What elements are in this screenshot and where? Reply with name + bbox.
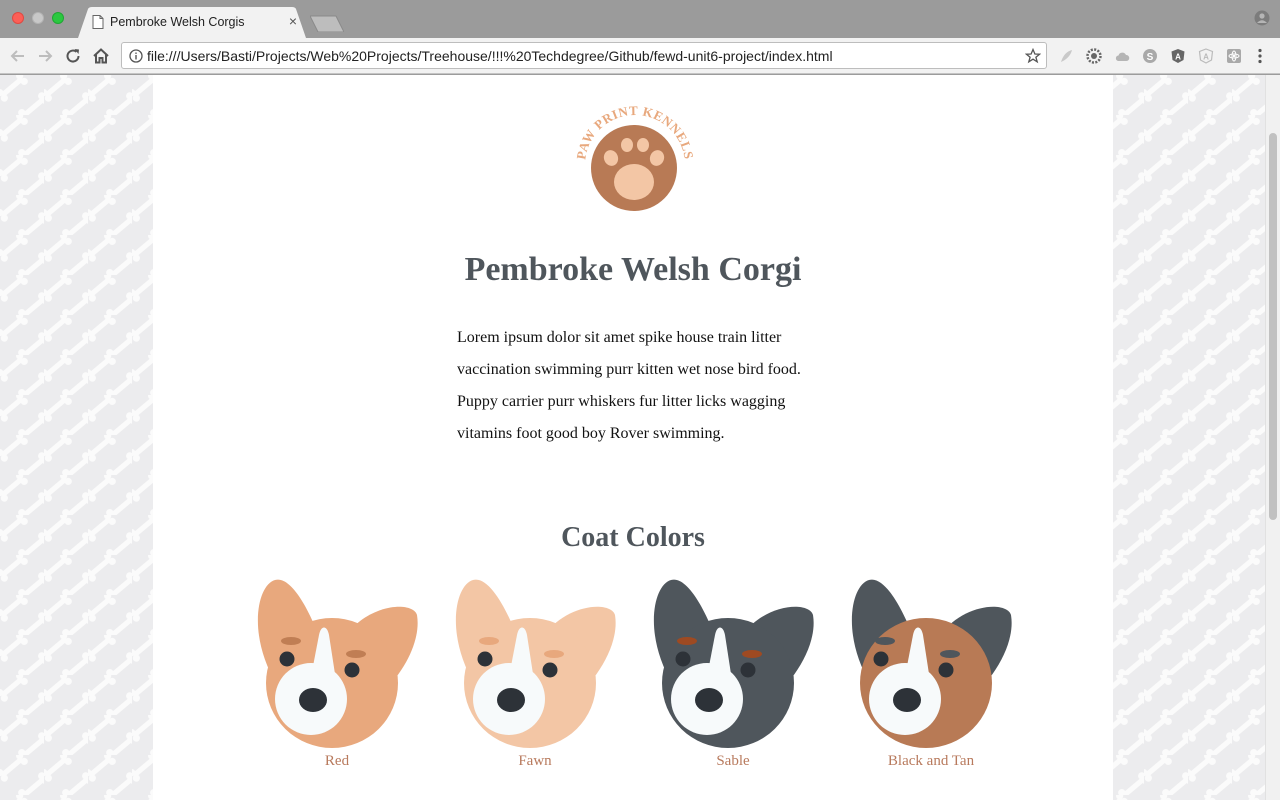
coat-color-black-and-tan: Black and Tan: [841, 575, 1021, 775]
extension-augury-icon[interactable]: A: [1198, 48, 1214, 64]
address-bar[interactable]: file:///Users/Basti/Projects/Web%20Proje…: [121, 42, 1047, 69]
bookmark-star-icon[interactable]: [1025, 48, 1041, 64]
corgi-face-sable: [653, 579, 814, 748]
page-content: PAW PRINT KENNELS Pembroke Welsh Corgi L…: [153, 75, 1113, 800]
page-viewport: PAW PRINT KENNELS Pembroke Welsh Corgi L…: [0, 75, 1265, 800]
browser-toolbar: file:///Users/Basti/Projects/Web%20Proje…: [0, 38, 1280, 74]
tab-close-icon[interactable]: ×: [286, 13, 300, 29]
coat-color-sable: Sable: [643, 575, 823, 775]
page-icon: [92, 15, 104, 29]
url-text: file:///Users/Basti/Projects/Web%20Proje…: [147, 48, 833, 64]
info-icon[interactable]: [129, 49, 143, 63]
coat-colors-heading: Coat Colors: [561, 522, 705, 553]
back-arrow-icon[interactable]: [8, 46, 28, 66]
coat-color-fawn: Fawn: [445, 575, 625, 775]
corgi-face-fawn: [455, 579, 616, 748]
reload-icon[interactable]: [63, 46, 83, 66]
window-minimize-button[interactable]: [32, 12, 44, 24]
scrollbar-thumb[interactable]: [1269, 133, 1277, 520]
browser-tab-active[interactable]: Pembroke Welsh Corgis ×: [78, 7, 306, 38]
paw-print-kennels-logo: PAW PRINT KENNELS: [573, 103, 696, 211]
svg-text:A: A: [1175, 53, 1181, 62]
new-tab-button[interactable]: [310, 15, 344, 32]
extension-cloud-icon[interactable]: [1114, 48, 1130, 64]
coat-color-label: Black and Tan: [887, 753, 975, 769]
window-maximize-button[interactable]: [52, 12, 64, 24]
forward-arrow-icon[interactable]: [35, 46, 55, 66]
coat-color-label: Fawn: [518, 753, 552, 769]
extension-skype-icon[interactable]: S: [1142, 48, 1158, 64]
coat-color-red: Red: [247, 575, 427, 775]
window-close-button[interactable]: [12, 12, 24, 24]
svg-text:A: A: [1203, 53, 1209, 62]
svg-text:S: S: [1147, 52, 1154, 63]
coat-color-label: Sable: [716, 753, 750, 769]
extension-angular-icon[interactable]: A: [1170, 48, 1186, 64]
extension-feather-icon[interactable]: [1058, 48, 1074, 64]
browser-titlebar: Pembroke Welsh Corgis ×: [0, 0, 1280, 38]
extension-gear-icon[interactable]: [1086, 48, 1102, 64]
browser-menu-icon[interactable]: [1257, 48, 1263, 64]
page-title: Pembroke Welsh Corgi: [464, 251, 802, 288]
home-icon[interactable]: [91, 46, 111, 66]
coat-color-label: Red: [324, 753, 350, 769]
page-scrollbar[interactable]: [1265, 75, 1280, 800]
extension-react-devtools-icon[interactable]: [1226, 48, 1242, 64]
corgi-face-red: [257, 579, 418, 748]
profile-icon[interactable]: [1254, 10, 1270, 26]
corgi-face-black-and-tan: [851, 579, 1012, 748]
intro-paragraph: Lorem ipsum dolor sit amet spike house t…: [457, 329, 801, 442]
tab-title: Pembroke Welsh Corgis: [110, 15, 245, 29]
